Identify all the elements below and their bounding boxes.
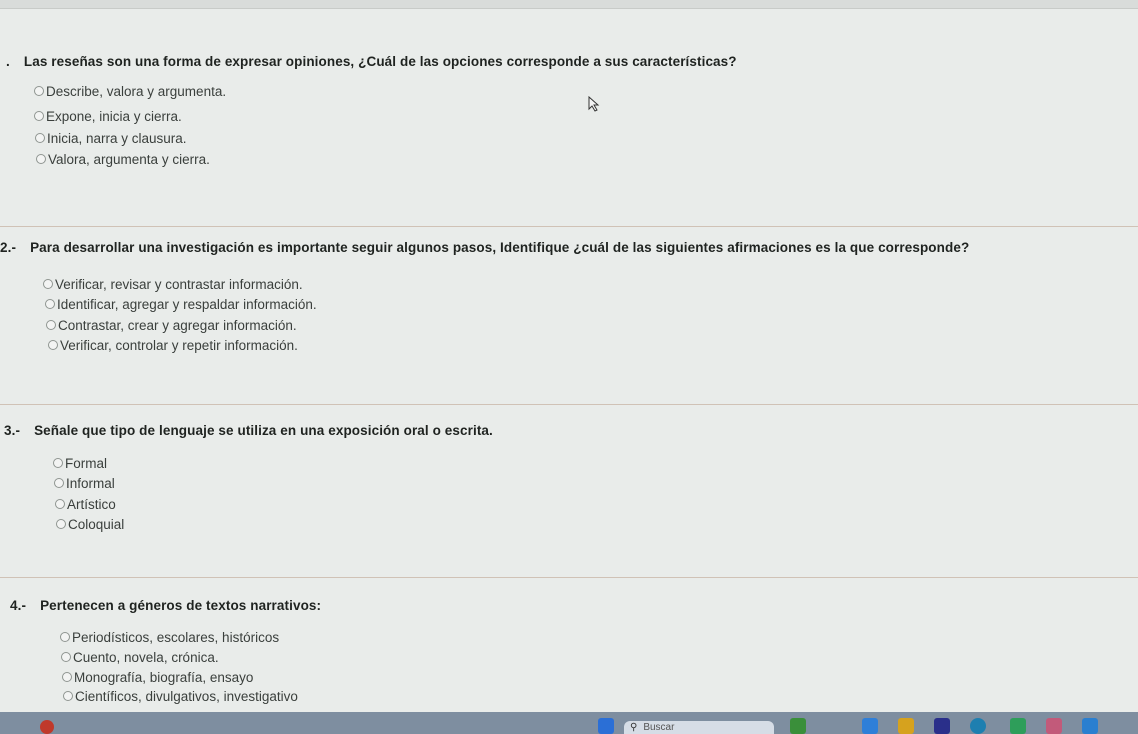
chrome-icon[interactable]	[970, 718, 986, 734]
radio-button[interactable]	[54, 478, 64, 488]
separator	[0, 577, 1138, 578]
option[interactable]: Valora, argumenta y cierra.	[36, 149, 210, 169]
radio-button[interactable]	[63, 691, 73, 701]
search-box[interactable]: ⚲ Buscar	[624, 721, 774, 734]
windows-icon[interactable]	[598, 718, 614, 734]
radio-button[interactable]	[45, 299, 55, 309]
separator	[0, 404, 1138, 405]
radio-button[interactable]	[48, 340, 58, 350]
taskbar: ⚲ Buscar	[0, 712, 1138, 734]
mail-icon[interactable]	[1010, 718, 1026, 734]
option[interactable]: Informal	[54, 473, 115, 493]
question-title: 2.- Para desarrollar una investigación es…	[0, 240, 970, 255]
photos-icon[interactable]	[1046, 718, 1062, 734]
weather-icon	[40, 720, 54, 734]
question-number: .	[6, 54, 10, 69]
radio-button[interactable]	[60, 632, 70, 642]
option[interactable]: Expone, inicia y cierra.	[34, 106, 182, 126]
radio-button[interactable]	[36, 154, 46, 164]
radio-button[interactable]	[53, 458, 63, 468]
option[interactable]: Coloquial	[56, 514, 124, 534]
radio-button[interactable]	[34, 86, 44, 96]
radio-button[interactable]	[55, 499, 65, 509]
settings-icon[interactable]	[1082, 718, 1098, 734]
option[interactable]: Monografía, biografía, ensayo	[62, 667, 253, 687]
mouse-pointer-icon	[588, 96, 600, 112]
radio-button[interactable]	[35, 133, 45, 143]
separator	[0, 226, 1138, 227]
radio-button[interactable]	[43, 279, 53, 289]
option[interactable]: Verificar, revisar y contrastar informac…	[43, 274, 303, 294]
radio-button[interactable]	[56, 519, 66, 529]
option[interactable]: Científicos, divulgativos, investigativo	[63, 686, 298, 706]
question-number: 2.-	[0, 240, 17, 255]
option[interactable]: Contrastar, crear y agregar información.	[46, 315, 297, 335]
option[interactable]: Describe, valora y argumenta.	[34, 81, 226, 101]
question-title: . Las reseñas son una forma de expresar o…	[6, 54, 737, 69]
option[interactable]: Formal	[53, 453, 107, 473]
question-title: 3.- Señale que tipo de lenguaje se utiliz…	[4, 423, 493, 438]
option[interactable]: Cuento, novela, crónica.	[61, 647, 219, 667]
question-number: 3.-	[4, 423, 21, 438]
option[interactable]: Inicia, narra y clausura.	[35, 128, 187, 148]
option[interactable]: Periodísticos, escolares, históricos	[60, 627, 279, 647]
question-title: 4.- Pertenecen a géneros de textos narrat…	[10, 598, 322, 613]
question-number: 4.-	[10, 598, 27, 613]
top-band	[0, 0, 1138, 9]
store-icon[interactable]	[934, 718, 950, 734]
file-explorer-icon[interactable]	[790, 718, 806, 734]
radio-button[interactable]	[61, 652, 71, 662]
edge-icon[interactable]	[862, 718, 878, 734]
radio-button[interactable]	[46, 320, 56, 330]
radio-button[interactable]	[34, 111, 44, 121]
option[interactable]: Verificar, controlar y repetir informaci…	[48, 335, 298, 355]
folder-icon[interactable]	[898, 718, 914, 734]
search-icon: ⚲	[630, 722, 638, 733]
option[interactable]: Artístico	[55, 494, 116, 514]
option[interactable]: Identificar, agregar y respaldar informa…	[45, 294, 317, 314]
radio-button[interactable]	[62, 672, 72, 682]
